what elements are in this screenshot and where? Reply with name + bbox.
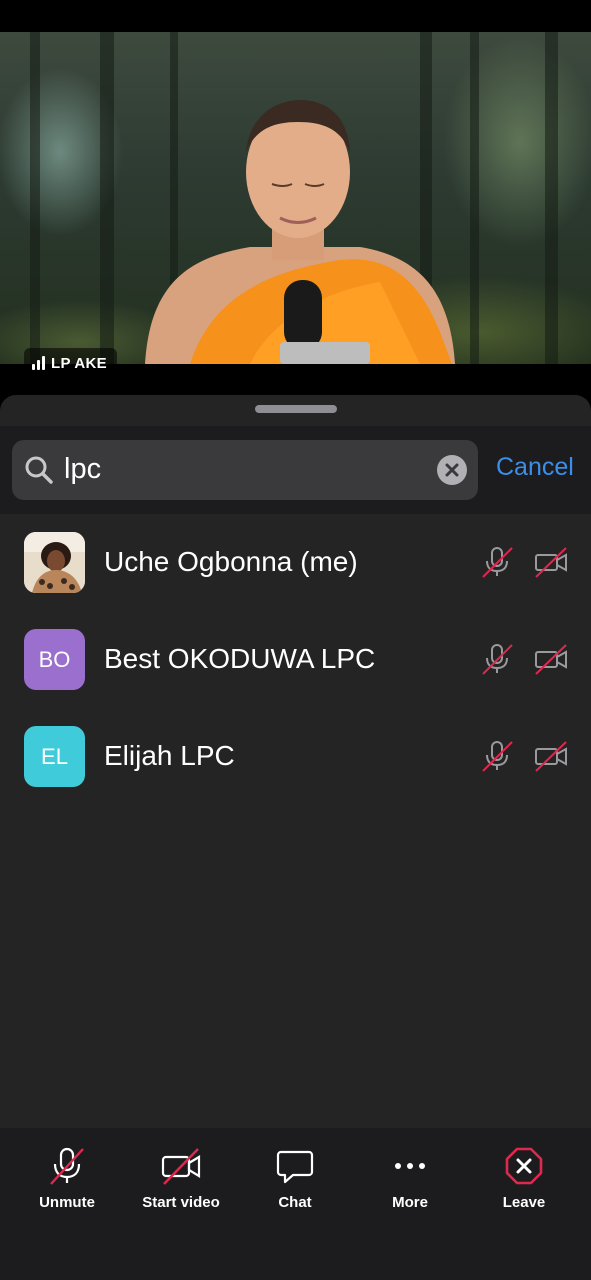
more-label: More: [392, 1194, 428, 1211]
participant-name: Elijah LPC: [104, 740, 235, 771]
participant-list: Uche Ogbonna (me) BO Best OKODUWA LPC EL…: [0, 532, 591, 823]
person-figure: [145, 100, 455, 364]
avatar: EL: [24, 726, 85, 787]
search-icon: [25, 456, 53, 484]
drag-handle[interactable]: [255, 405, 337, 413]
search-query: lpc: [64, 453, 102, 485]
chat-label: Chat: [278, 1194, 312, 1211]
mic-muted-icon: [482, 741, 513, 772]
cancel-button[interactable]: Cancel: [496, 453, 574, 482]
participant-row[interactable]: EL Elijah LPC: [0, 726, 591, 823]
more-dots-icon: [395, 1163, 425, 1169]
avatar: BO: [24, 629, 85, 690]
video-off-icon: [535, 741, 567, 772]
chat-button[interactable]: Chat: [240, 1146, 350, 1211]
participant-name: Uche Ogbonna (me): [104, 546, 358, 577]
start-video-button[interactable]: Start video: [126, 1146, 236, 1211]
unmute-button[interactable]: Unmute: [12, 1146, 122, 1211]
video-off-icon: [161, 1148, 201, 1185]
search-input[interactable]: lpc: [12, 440, 478, 500]
avatar-initials: BO: [38, 646, 71, 672]
leave-label: Leave: [502, 1194, 546, 1211]
participant-row[interactable]: Uche Ogbonna (me): [0, 532, 591, 629]
avatar: [24, 532, 85, 593]
mic-muted-icon: [50, 1147, 84, 1185]
more-button[interactable]: More: [355, 1146, 465, 1211]
leave-button[interactable]: Leave: [469, 1146, 579, 1211]
profile-photo: [24, 532, 85, 593]
mic-muted-icon: [482, 644, 513, 675]
forest-background: [30, 32, 558, 364]
start-video-label: Start video: [142, 1194, 220, 1211]
video-off-icon: [535, 547, 567, 578]
active-speaker-video[interactable]: [0, 32, 591, 364]
meeting-toolbar: Unmute Start video Chat More Leave: [0, 1128, 591, 1280]
leave-icon: [505, 1147, 543, 1185]
search-bar: lpc Cancel: [0, 426, 591, 514]
participant-row[interactable]: BO Best OKODUWA LPC: [0, 629, 591, 726]
avatar-initials: EL: [41, 743, 68, 769]
participants-sheet: lpc Cancel Uche Ogbonna (me) BO Best OKO…: [0, 395, 591, 1128]
clear-search-button[interactable]: [437, 455, 467, 485]
unmute-label: Unmute: [39, 1194, 95, 1211]
close-icon: [445, 463, 459, 477]
participant-name: Best OKODUWA LPC: [104, 643, 376, 674]
chat-bubble-icon: [276, 1150, 314, 1184]
signal-bars-icon: [32, 356, 45, 370]
speaker-name-tag: LP AKE: [24, 348, 117, 378]
speaker-name: LP AKE: [51, 354, 107, 372]
mic-muted-icon: [482, 547, 513, 578]
video-off-icon: [535, 644, 567, 675]
